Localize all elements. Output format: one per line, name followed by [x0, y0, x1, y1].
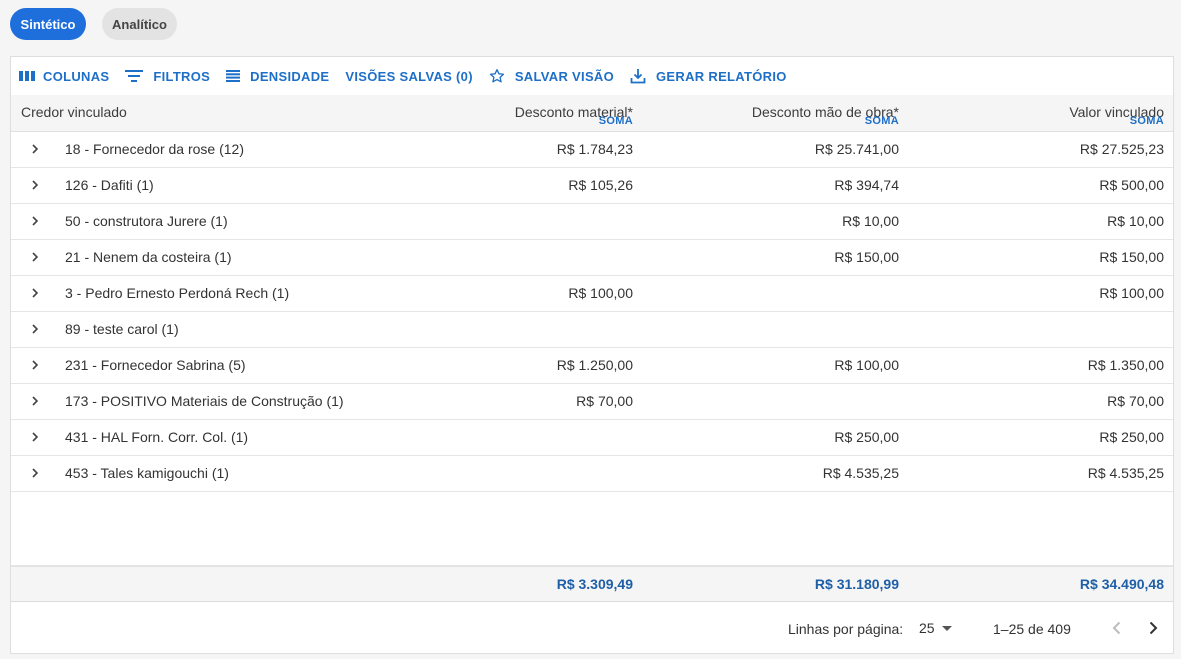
- material-discount-cell: R$ 1.250,00: [556, 357, 633, 373]
- table-row[interactable]: 431 - HAL Forn. Corr. Col. (1) R$ 250,00…: [11, 420, 1173, 456]
- analytic-toggle-button[interactable]: Analítico: [102, 8, 177, 40]
- labor-discount-cell: R$ 250,00: [834, 429, 899, 445]
- table-row[interactable]: 18 - Fornecedor da rose (12) R$ 1.784,23…: [11, 132, 1173, 168]
- creditor-name: 21 - Nenem da costeira (1): [65, 249, 232, 265]
- creditor-name: 453 - Tales kamigouchi (1): [65, 465, 229, 481]
- table-header: Credor vinculado Desconto material* SOMA…: [11, 95, 1173, 132]
- creditor-name: 3 - Pedro Ernesto Perdoná Rech (1): [65, 285, 290, 301]
- chevron-right-icon[interactable]: [25, 319, 45, 339]
- aggregation-label: SOMA: [864, 115, 899, 127]
- table-row[interactable]: 173 - POSITIVO Materiais de Construção (…: [11, 384, 1173, 420]
- labor-discount-total: R$ 31.180,99: [814, 576, 899, 592]
- synthetic-toggle-button[interactable]: Sintético: [10, 8, 86, 40]
- columns-button[interactable]: COLUNAS: [11, 61, 117, 91]
- material-discount-cell: R$ 105,26: [568, 177, 633, 193]
- aggregation-label: SOMA: [1129, 115, 1164, 127]
- filters-button[interactable]: FILTROS: [117, 61, 218, 91]
- linked-value-cell: R$ 10,00: [1107, 213, 1164, 229]
- table-row[interactable]: 126 - Dafiti (1) R$ 105,26 R$ 394,74 R$ …: [11, 168, 1173, 204]
- totals-row: R$ 3.309,49 R$ 31.180,99 R$ 34.490,48: [11, 565, 1173, 602]
- density-label: DENSIDADE: [250, 68, 330, 84]
- linked-value-cell: R$ 100,00: [1099, 285, 1164, 301]
- filters-label: FILTROS: [153, 68, 211, 84]
- columns-label: COLUNAS: [43, 68, 110, 84]
- linked-value-cell: R$ 70,00: [1107, 393, 1164, 409]
- chevron-right-icon[interactable]: [25, 211, 45, 231]
- linked-value-cell: R$ 150,00: [1099, 249, 1164, 265]
- data-grid: COLUNAS FILTROS DENSIDADE VISÕES SALVAS …: [10, 56, 1174, 654]
- aggregation-label: SOMA: [598, 115, 633, 127]
- table-row[interactable]: 453 - Tales kamigouchi (1) R$ 4.535,25 R…: [11, 456, 1173, 492]
- linked-value-cell: R$ 4.535,25: [1087, 465, 1164, 481]
- labor-discount-cell: R$ 100,00: [834, 357, 899, 373]
- star-icon: [489, 69, 504, 83]
- columns-icon: [19, 71, 35, 81]
- material-discount-total: R$ 3.309,49: [556, 576, 633, 592]
- save-view-label: SALVAR VISÃO: [514, 68, 615, 84]
- saved-views-label: VISÕES SALVAS (0): [345, 68, 473, 84]
- linked-value-total: R$ 34.490,48: [1079, 576, 1164, 592]
- rows-per-page-select[interactable]: 25: [919, 615, 953, 641]
- grid-toolbar: COLUNAS FILTROS DENSIDADE VISÕES SALVAS …: [11, 57, 1173, 95]
- table-row[interactable]: 89 - teste carol (1): [11, 312, 1173, 348]
- chevron-right-icon[interactable]: [25, 175, 45, 195]
- creditor-name: 173 - POSITIVO Materiais de Construção (…: [65, 393, 344, 409]
- creditor-name: 50 - construtora Jurere (1): [65, 213, 228, 229]
- chevron-right-icon[interactable]: [25, 139, 45, 159]
- table-row[interactable]: 50 - construtora Jurere (1) R$ 10,00 R$ …: [11, 204, 1173, 240]
- save-view-button[interactable]: SALVAR VISÃO: [481, 61, 622, 91]
- labor-discount-cell: R$ 150,00: [834, 249, 899, 265]
- linked-value-cell: R$ 1.350,00: [1087, 357, 1164, 373]
- caret-down-icon: [941, 626, 952, 631]
- chevron-right-icon[interactable]: [25, 463, 45, 483]
- chevron-right-icon[interactable]: [25, 427, 45, 447]
- rows-per-page-value: 25: [919, 620, 935, 636]
- linked-value-cell: R$ 27.525,23: [1079, 141, 1164, 157]
- generate-report-button[interactable]: GERAR RELATÓRIO: [622, 61, 795, 91]
- saved-views-button[interactable]: VISÕES SALVAS (0): [337, 61, 480, 91]
- page-range: 1–25 de 409: [993, 621, 1071, 637]
- table-row[interactable]: 21 - Nenem da costeira (1) R$ 150,00 R$ …: [11, 240, 1173, 276]
- generate-report-label: GERAR RELATÓRIO: [656, 68, 787, 84]
- table-body: 18 - Fornecedor da rose (12) R$ 1.784,23…: [11, 132, 1173, 492]
- chevron-right-icon[interactable]: [25, 391, 45, 411]
- creditor-name: 231 - Fornecedor Sabrina (5): [65, 357, 246, 373]
- density-button[interactable]: DENSIDADE: [218, 61, 337, 91]
- density-icon: [226, 70, 241, 82]
- column-header-label: Credor vinculado: [21, 104, 127, 120]
- labor-discount-cell: R$ 10,00: [842, 213, 899, 229]
- chevron-right-icon[interactable]: [25, 283, 45, 303]
- column-header-linked-value[interactable]: Valor vinculado SOMA: [904, 95, 1164, 131]
- labor-discount-cell: R$ 394,74: [834, 177, 899, 193]
- creditor-name: 18 - Fornecedor da rose (12): [65, 141, 244, 157]
- column-header-material-discount[interactable]: Desconto material* SOMA: [373, 95, 633, 131]
- chevron-right-icon: [1149, 621, 1158, 635]
- rows-per-page-label: Linhas por página:: [788, 621, 904, 637]
- download-icon: [630, 69, 646, 84]
- material-discount-cell: R$ 1.784,23: [556, 141, 633, 157]
- chevron-right-icon[interactable]: [25, 355, 45, 375]
- creditor-name: 126 - Dafiti (1): [65, 177, 154, 193]
- previous-page-button[interactable]: [1104, 615, 1130, 641]
- labor-discount-cell: R$ 25.741,00: [814, 141, 899, 157]
- linked-value-cell: R$ 250,00: [1099, 429, 1164, 445]
- material-discount-cell: R$ 70,00: [576, 393, 633, 409]
- creditor-name: 89 - teste carol (1): [65, 321, 179, 337]
- column-header-creditor[interactable]: Credor vinculado: [21, 95, 321, 131]
- table-row[interactable]: 3 - Pedro Ernesto Perdoná Rech (1) R$ 10…: [11, 276, 1173, 312]
- table-row[interactable]: 231 - Fornecedor Sabrina (5) R$ 1.250,00…: [11, 348, 1173, 384]
- material-discount-cell: R$ 100,00: [568, 285, 633, 301]
- column-header-labor-discount[interactable]: Desconto mão de obra* SOMA: [639, 95, 899, 131]
- labor-discount-cell: R$ 4.535,25: [822, 465, 899, 481]
- pagination: Linhas por página: 25 1–25 de 409: [11, 603, 1173, 653]
- chevron-right-icon[interactable]: [25, 247, 45, 267]
- next-page-button[interactable]: [1140, 615, 1166, 641]
- linked-value-cell: R$ 500,00: [1099, 177, 1164, 193]
- filter-icon: [125, 70, 144, 82]
- chevron-left-icon: [1112, 621, 1121, 635]
- creditor-name: 431 - HAL Forn. Corr. Col. (1): [65, 429, 249, 445]
